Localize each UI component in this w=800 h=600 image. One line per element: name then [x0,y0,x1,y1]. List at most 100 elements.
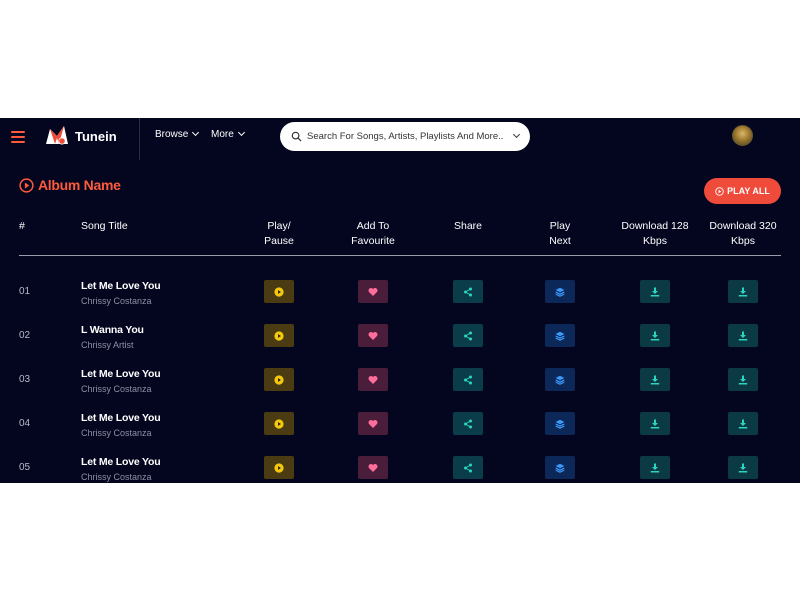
user-avatar[interactable] [732,125,753,146]
heart-icon [368,419,378,428]
play-next-button[interactable] [545,456,575,479]
music-logo-icon[interactable] [45,124,69,148]
col-header-play-pause: Play/ Pause [244,219,314,249]
track-artist[interactable]: Chrissy Costanza [81,428,152,438]
nav-browse[interactable]: Browse [155,128,200,140]
play-next-button[interactable] [545,324,575,347]
track-artist[interactable]: Chrissy Costanza [81,384,152,394]
search-dropdown-chevron-icon[interactable] [512,130,521,139]
download-icon [738,463,748,472]
add-to-favourite-button[interactable] [358,368,388,391]
share-button[interactable] [453,368,483,391]
col-header-favourite-line2: Favourite [351,235,395,247]
play-next-button[interactable] [545,280,575,303]
layers-icon [555,287,565,297]
track-artist[interactable]: Chrissy Costanza [81,296,152,306]
play-circle-icon [715,186,724,196]
download-128-button[interactable] [640,412,670,435]
add-to-favourite-button[interactable] [358,412,388,435]
download-320-button[interactable] [728,324,758,347]
play-pause-button[interactable] [264,280,294,303]
play-pause-button[interactable] [264,412,294,435]
download-320-button[interactable] [728,412,758,435]
download-icon [650,287,660,296]
nav-more-label: More [211,129,234,140]
table-row: 02 L Wanna You Chrissy Artist [0,322,800,366]
track-number: 04 [19,418,31,429]
play-pause-button[interactable] [264,368,294,391]
download-128-button[interactable] [640,280,670,303]
search-input[interactable]: Search For Songs, Artists, Playlists And… [307,131,503,142]
download-icon [650,419,660,428]
track-title[interactable]: Let Me Love You [81,412,161,424]
heart-icon [368,287,378,296]
track-artist[interactable]: Chrissy Costanza [81,472,152,482]
track-number: 05 [19,462,31,473]
download-128-button[interactable] [640,456,670,479]
album-title: Album Name [38,177,121,193]
download-128-button[interactable] [640,368,670,391]
search-bar[interactable]: Search For Songs, Artists, Playlists And… [280,122,530,151]
play-pause-button[interactable] [264,324,294,347]
play-pause-button[interactable] [264,456,294,479]
download-320-button[interactable] [728,280,758,303]
heart-icon [368,463,378,472]
col-header-play-next-line1: Play [549,220,571,232]
share-button[interactable] [453,456,483,479]
download-icon [650,375,660,384]
table-row: 01 Let Me Love You Chrissy Costanza [0,278,800,322]
nav-more[interactable]: More [211,128,245,140]
track-artist[interactable]: Chrissy Artist [81,340,134,350]
add-to-favourite-button[interactable] [358,324,388,347]
heart-icon [368,375,378,384]
track-title[interactable]: L Wanna You [81,324,144,336]
chevron-down-icon [192,128,200,137]
share-icon [464,331,472,340]
table-row: 04 Let Me Love You Chrissy Costanza [0,410,800,454]
play-all-button[interactable]: PLAY ALL [704,178,781,204]
share-icon [464,463,472,472]
col-header-download-128: Download 128 Kbps [612,219,698,249]
col-header-favourite: Add To Favourite [333,219,413,249]
chevron-down-icon [237,128,245,137]
col-header-download-320-line1: Download 320 [709,220,777,232]
track-title[interactable]: Let Me Love You [81,368,161,380]
col-header-download-320: Download 320 Kbps [700,219,786,249]
download-320-button[interactable] [728,368,758,391]
download-icon [738,287,748,296]
app-window: Tunein Browse More Search For Songs, Art… [0,118,800,483]
download-icon [738,419,748,428]
play-all-label: PLAY ALL [727,186,770,196]
track-title[interactable]: Let Me Love You [81,456,161,468]
col-header-share: Share [453,220,483,232]
brand-name[interactable]: Tunein [75,129,117,144]
col-header-song-title: Song Title [81,220,128,232]
layers-icon [555,331,565,341]
add-to-favourite-button[interactable] [358,456,388,479]
col-header-play-pause-line2: Pause [264,235,294,247]
col-header-number: # [19,220,25,232]
share-button[interactable] [453,412,483,435]
track-number: 03 [19,374,31,385]
heart-icon [368,331,378,340]
download-icon [650,463,660,472]
add-to-favourite-button[interactable] [358,280,388,303]
col-header-download-128-line1: Download 128 [621,220,689,232]
download-icon [650,331,660,340]
track-number: 01 [19,286,31,297]
share-button[interactable] [453,280,483,303]
header-divider [139,118,140,160]
share-icon [464,287,472,296]
table-row: 05 Let Me Love You Chrissy Costanza [0,454,800,483]
play-next-button[interactable] [545,368,575,391]
track-title[interactable]: Let Me Love You [81,280,161,292]
share-button[interactable] [453,324,483,347]
download-320-button[interactable] [728,456,758,479]
download-128-button[interactable] [640,324,670,347]
col-header-play-next-line2: Next [549,235,571,247]
play-icon [274,462,284,473]
play-next-button[interactable] [545,412,575,435]
hamburger-icon[interactable] [11,131,25,143]
layers-icon [555,375,565,385]
col-header-play-pause-line1: Play/ [267,220,291,232]
